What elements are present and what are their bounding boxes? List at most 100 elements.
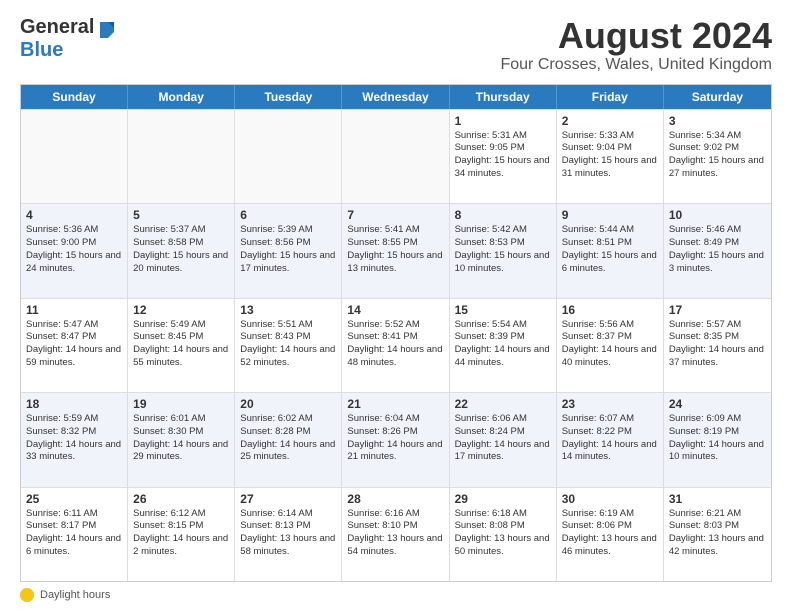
main-title: August 2024 <box>500 16 772 56</box>
day-info: Sunrise: 6:07 AM Sunset: 8:22 PM Dayligh… <box>562 413 658 464</box>
logo: General Blue <box>20 16 116 62</box>
day-number: 19 <box>133 397 229 411</box>
cal-header-day: Tuesday <box>235 85 342 109</box>
cal-cell: 14 Sunrise: 5:52 AM Sunset: 8:41 PM Dayli… <box>342 299 449 392</box>
cal-cell: 8Sunrise: 5:42 AM Sunset: 8:53 PM Daylig… <box>450 204 557 297</box>
day-info: Sunrise: 6:18 AM Sunset: 8:08 PM Dayligh… <box>455 508 551 559</box>
day-info: Sunrise: 6:11 AM Sunset: 8:17 PM Dayligh… <box>26 508 122 559</box>
day-number: 11 <box>26 303 122 317</box>
day-number: 14 <box>347 303 443 317</box>
cal-cell <box>342 110 449 203</box>
day-info: Sunrise: 5:59 AM Sunset: 8:32 PM Dayligh… <box>26 413 122 464</box>
day-info: Sunrise: 6:09 AM Sunset: 8:19 PM Dayligh… <box>669 413 766 464</box>
day-number: 6 <box>240 208 336 222</box>
day-info: Sunrise: 6:14 AM Sunset: 8:13 PM Dayligh… <box>240 508 336 559</box>
logo-general-text: General <box>20 16 94 39</box>
subtitle: Four Crosses, Wales, United Kingdom <box>500 56 772 74</box>
day-number: 10 <box>669 208 766 222</box>
cal-cell: 18 Sunrise: 5:59 AM Sunset: 8:32 PM Dayli… <box>21 393 128 486</box>
day-info: Sunrise: 5:36 AM Sunset: 9:00 PM Dayligh… <box>26 224 122 275</box>
calendar-header: SundayMondayTuesdayWednesdayThursdayFrid… <box>21 85 771 109</box>
day-info: Sunrise: 5:57 AM Sunset: 8:35 PM Dayligh… <box>669 319 766 370</box>
cal-cell: 4 Sunrise: 5:36 AM Sunset: 9:00 PM Daylig… <box>21 204 128 297</box>
cal-cell: 29Sunrise: 6:18 AM Sunset: 8:08 PM Dayli… <box>450 488 557 581</box>
day-info: Sunrise: 5:49 AM Sunset: 8:45 PM Dayligh… <box>133 319 229 370</box>
cal-cell: 26Sunrise: 6:12 AM Sunset: 8:15 PM Dayli… <box>128 488 235 581</box>
day-number: 30 <box>562 492 658 506</box>
cal-cell: 2Sunrise: 5:33 AM Sunset: 9:04 PM Daylig… <box>557 110 664 203</box>
day-number: 21 <box>347 397 443 411</box>
cal-cell: 12Sunrise: 5:49 AM Sunset: 8:45 PM Dayli… <box>128 299 235 392</box>
cal-cell: 20 Sunrise: 6:02 AM Sunset: 8:28 PM Dayli… <box>235 393 342 486</box>
day-info: Sunrise: 5:52 AM Sunset: 8:41 PM Dayligh… <box>347 319 443 370</box>
cal-cell: 9Sunrise: 5:44 AM Sunset: 8:51 PM Daylig… <box>557 204 664 297</box>
day-number: 7 <box>347 208 443 222</box>
day-info: Sunrise: 5:47 AM Sunset: 8:47 PM Dayligh… <box>26 319 122 370</box>
sun-icon <box>20 588 34 602</box>
cal-cell: 3 Sunrise: 5:34 AM Sunset: 9:02 PM Daylig… <box>664 110 771 203</box>
cal-header-day: Thursday <box>450 85 557 109</box>
cal-cell: 22 Sunrise: 6:06 AM Sunset: 8:24 PM Dayli… <box>450 393 557 486</box>
day-info: Sunrise: 5:39 AM Sunset: 8:56 PM Dayligh… <box>240 224 336 275</box>
cal-header-day: Monday <box>128 85 235 109</box>
logo-blue-text: Blue <box>20 39 63 61</box>
cal-cell: 11 Sunrise: 5:47 AM Sunset: 8:47 PM Dayli… <box>21 299 128 392</box>
cal-cell: 16 Sunrise: 5:56 AM Sunset: 8:37 PM Dayli… <box>557 299 664 392</box>
day-number: 18 <box>26 397 122 411</box>
day-number: 13 <box>240 303 336 317</box>
day-info: Sunrise: 5:34 AM Sunset: 9:02 PM Dayligh… <box>669 130 766 181</box>
cal-cell: 15Sunrise: 5:54 AM Sunset: 8:39 PM Dayli… <box>450 299 557 392</box>
day-number: 23 <box>562 397 658 411</box>
day-info: Sunrise: 6:16 AM Sunset: 8:10 PM Dayligh… <box>347 508 443 559</box>
cal-cell: 5Sunrise: 5:37 AM Sunset: 8:58 PM Daylig… <box>128 204 235 297</box>
cal-cell: 24 Sunrise: 6:09 AM Sunset: 8:19 PM Dayli… <box>664 393 771 486</box>
day-number: 3 <box>669 114 766 128</box>
day-info: Sunrise: 5:51 AM Sunset: 8:43 PM Dayligh… <box>240 319 336 370</box>
cal-row: 4 Sunrise: 5:36 AM Sunset: 9:00 PM Daylig… <box>21 203 771 297</box>
calendar-body: 1Sunrise: 5:31 AM Sunset: 9:05 PM Daylig… <box>21 109 771 581</box>
day-info: Sunrise: 5:42 AM Sunset: 8:53 PM Dayligh… <box>455 224 551 275</box>
cal-cell: 7 Sunrise: 5:41 AM Sunset: 8:55 PM Daylig… <box>342 204 449 297</box>
day-number: 20 <box>240 397 336 411</box>
day-number: 22 <box>455 397 551 411</box>
day-info: Sunrise: 5:41 AM Sunset: 8:55 PM Dayligh… <box>347 224 443 275</box>
cal-cell <box>128 110 235 203</box>
cal-cell: 1Sunrise: 5:31 AM Sunset: 9:05 PM Daylig… <box>450 110 557 203</box>
cal-cell: 23 Sunrise: 6:07 AM Sunset: 8:22 PM Dayli… <box>557 393 664 486</box>
page: General Blue August 2024 Four Crosses, W… <box>0 0 792 612</box>
cal-cell: 31Sunrise: 6:21 AM Sunset: 8:03 PM Dayli… <box>664 488 771 581</box>
cal-cell <box>235 110 342 203</box>
day-number: 27 <box>240 492 336 506</box>
cal-row: 1Sunrise: 5:31 AM Sunset: 9:05 PM Daylig… <box>21 109 771 203</box>
day-number: 5 <box>133 208 229 222</box>
header: General Blue August 2024 Four Crosses, W… <box>20 16 772 74</box>
day-info: Sunrise: 5:33 AM Sunset: 9:04 PM Dayligh… <box>562 130 658 181</box>
cal-cell: 27 Sunrise: 6:14 AM Sunset: 8:13 PM Dayli… <box>235 488 342 581</box>
day-number: 24 <box>669 397 766 411</box>
cal-cell: 19Sunrise: 6:01 AM Sunset: 8:30 PM Dayli… <box>128 393 235 486</box>
day-info: Sunrise: 5:56 AM Sunset: 8:37 PM Dayligh… <box>562 319 658 370</box>
legend: Daylight hours <box>20 588 772 602</box>
day-info: Sunrise: 5:46 AM Sunset: 8:49 PM Dayligh… <box>669 224 766 275</box>
day-info: Sunrise: 5:44 AM Sunset: 8:51 PM Dayligh… <box>562 224 658 275</box>
day-number: 31 <box>669 492 766 506</box>
day-info: Sunrise: 6:06 AM Sunset: 8:24 PM Dayligh… <box>455 413 551 464</box>
day-info: Sunrise: 6:02 AM Sunset: 8:28 PM Dayligh… <box>240 413 336 464</box>
cal-header-day: Wednesday <box>342 85 449 109</box>
logo-triangle-icon <box>98 20 116 38</box>
cal-cell: 30 Sunrise: 6:19 AM Sunset: 8:06 PM Dayli… <box>557 488 664 581</box>
day-number: 17 <box>669 303 766 317</box>
day-number: 15 <box>455 303 551 317</box>
cal-cell: 25 Sunrise: 6:11 AM Sunset: 8:17 PM Dayli… <box>21 488 128 581</box>
day-info: Sunrise: 6:19 AM Sunset: 8:06 PM Dayligh… <box>562 508 658 559</box>
day-number: 4 <box>26 208 122 222</box>
day-number: 26 <box>133 492 229 506</box>
cal-cell: 17 Sunrise: 5:57 AM Sunset: 8:35 PM Dayli… <box>664 299 771 392</box>
day-number: 28 <box>347 492 443 506</box>
cal-row: 18 Sunrise: 5:59 AM Sunset: 8:32 PM Dayli… <box>21 392 771 486</box>
day-number: 1 <box>455 114 551 128</box>
cal-cell <box>21 110 128 203</box>
calendar: SundayMondayTuesdayWednesdayThursdayFrid… <box>20 84 772 582</box>
day-number: 16 <box>562 303 658 317</box>
day-number: 25 <box>26 492 122 506</box>
